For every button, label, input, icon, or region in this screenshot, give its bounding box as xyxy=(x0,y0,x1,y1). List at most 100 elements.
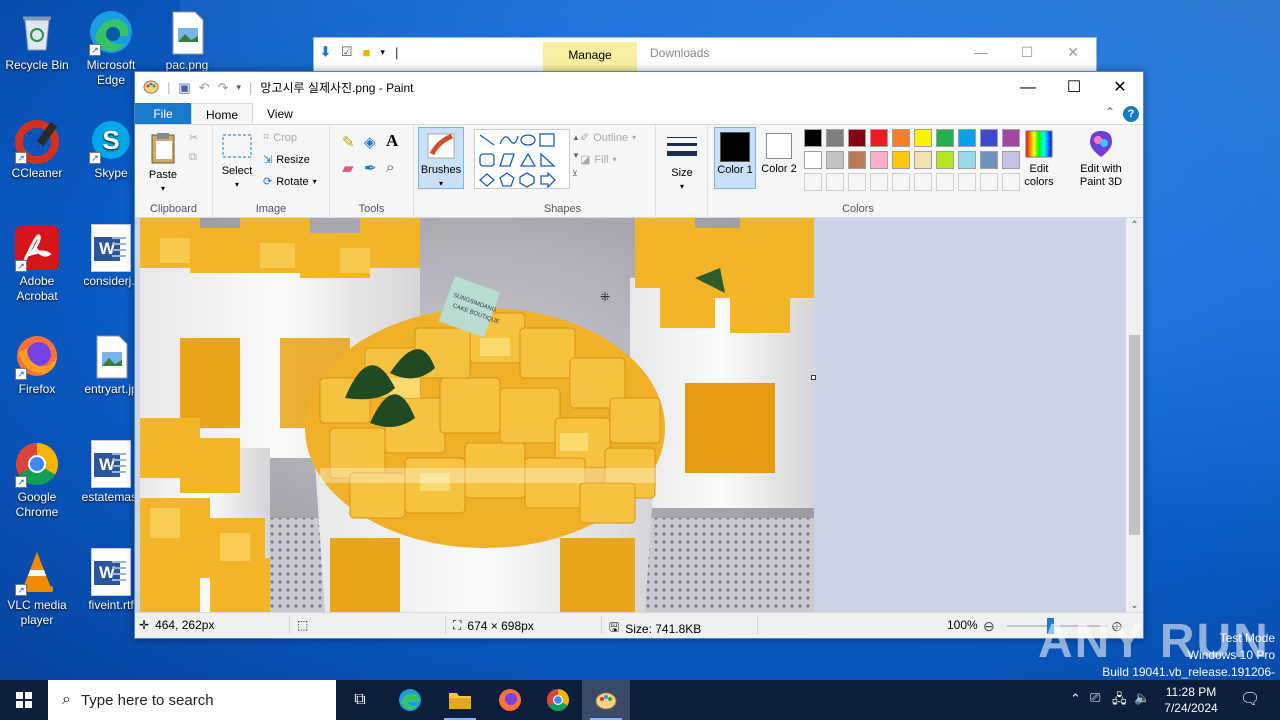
custom-color-slot[interactable] xyxy=(958,173,976,191)
redo-icon[interactable]: ↷ xyxy=(218,80,229,96)
properties-icon[interactable]: ☑ xyxy=(341,44,353,60)
clock[interactable]: 11:28 PM 7/24/2024 xyxy=(1156,684,1226,716)
color-swatch[interactable] xyxy=(1002,129,1020,147)
taskbar-chrome[interactable] xyxy=(534,680,582,720)
desktop-icon-chrome[interactable]: ↗ Google Chrome xyxy=(0,440,74,520)
size-button[interactable]: Size ▾ xyxy=(662,133,702,193)
save-icon[interactable]: ▣ xyxy=(178,80,190,96)
color-swatch[interactable] xyxy=(892,129,910,147)
minimize-button[interactable]: — xyxy=(958,38,1004,66)
custom-color-slot[interactable] xyxy=(980,173,998,191)
select-button[interactable]: Select ▾ xyxy=(219,131,255,191)
expand-gallery-icon[interactable]: ⊻ xyxy=(572,169,578,178)
taskbar-search[interactable]: ⌕ Type here to search xyxy=(48,680,336,720)
tab-view[interactable]: View xyxy=(253,103,307,124)
color-swatch[interactable] xyxy=(826,129,844,147)
custom-color-slot[interactable] xyxy=(936,173,954,191)
edit-paint3d-button[interactable]: Edit with Paint 3D xyxy=(1068,129,1134,189)
color-swatch[interactable] xyxy=(1002,151,1020,169)
maximize-button[interactable]: ☐ xyxy=(1051,72,1097,103)
color2-button[interactable]: Color 2 xyxy=(758,127,800,176)
desktop-icon-firefox[interactable]: ↗ Firefox xyxy=(0,332,74,397)
color-swatch[interactable] xyxy=(892,151,910,169)
color-swatch[interactable] xyxy=(958,151,976,169)
help-button[interactable]: ? xyxy=(1123,106,1139,122)
canvas-area[interactable]: SUNGSIMDANG CAKE BOUTIQUE ⁜ xyxy=(135,218,1127,613)
custom-color-slot[interactable] xyxy=(804,173,822,191)
resize-button[interactable]: ⇲ Resize xyxy=(263,153,310,167)
desktop-icon-vlc[interactable]: ↗ VLC media player xyxy=(0,548,74,628)
zoom-out-button[interactable]: ⊖ xyxy=(983,618,995,635)
fill-button[interactable]: ◪ Fill ▾ xyxy=(580,153,616,167)
network-icon[interactable]: 🖧 xyxy=(1112,690,1127,712)
color-swatch[interactable] xyxy=(914,129,932,147)
taskbar-file-explorer[interactable] xyxy=(436,680,484,720)
tab-file[interactable]: File xyxy=(135,103,191,124)
color-swatch[interactable] xyxy=(826,151,844,169)
custom-color-slot[interactable] xyxy=(848,173,866,191)
outline-button[interactable]: ✐ Outline ▾ xyxy=(580,131,636,145)
resize-handle[interactable] xyxy=(811,375,816,380)
color-swatch[interactable] xyxy=(870,129,888,147)
scroll-up-arrow-icon[interactable]: ⌃ xyxy=(1126,220,1143,231)
scrollbar-thumb[interactable] xyxy=(1129,335,1140,535)
color-swatch[interactable] xyxy=(848,129,866,147)
desktop-icon-ccleaner[interactable]: ↗ CCleaner xyxy=(0,116,74,181)
chevron-down-icon[interactable]: ▼ xyxy=(572,151,580,160)
pencil-icon[interactable]: ✎ xyxy=(342,133,355,151)
collapse-ribbon-icon[interactable]: ⌃ xyxy=(1105,105,1115,119)
color-swatch[interactable] xyxy=(936,129,954,147)
chevron-down-icon[interactable]: ▾ xyxy=(380,47,385,58)
maximize-button[interactable]: ☐ xyxy=(1004,38,1050,66)
rotate-button[interactable]: ⟳ Rotate ▾ xyxy=(263,175,317,189)
custom-color-slot[interactable] xyxy=(826,173,844,191)
close-button[interactable]: ✕ xyxy=(1097,72,1143,103)
desktop-icon-recycle-bin[interactable]: Recycle Bin xyxy=(0,8,74,73)
eraser-icon[interactable]: ▰ xyxy=(342,159,354,177)
cut-icon[interactable]: ✂ xyxy=(189,131,198,144)
magnifier-icon[interactable]: ⌕ xyxy=(386,159,394,176)
copy-icon[interactable]: ⧉ xyxy=(189,151,197,164)
custom-color-slot[interactable] xyxy=(1002,173,1020,191)
text-icon[interactable]: A xyxy=(386,131,398,151)
color-swatch[interactable] xyxy=(980,129,998,147)
taskbar-firefox[interactable] xyxy=(486,680,534,720)
desktop-icon-pac-png[interactable]: pac.png xyxy=(150,8,224,73)
color-swatch[interactable] xyxy=(804,151,822,169)
paint-window[interactable]: | ▣ ↶ ↷ ▾ | 망고시루 실제사진.png - Paint — ☐ ✕ … xyxy=(134,71,1144,639)
custom-color-slot[interactable] xyxy=(870,173,888,191)
file-explorer-window[interactable]: ⬇ ☑ ■ ▾ | Manage Downloads — ☐ ✕ xyxy=(313,37,1097,75)
task-view-button[interactable]: ⧉ xyxy=(336,680,384,720)
image-canvas[interactable]: SUNGSIMDANG CAKE BOUTIQUE xyxy=(140,218,814,613)
brushes-button[interactable]: Brushes ▾ xyxy=(418,127,464,189)
paste-button[interactable]: Paste ▾ xyxy=(145,131,181,195)
fill-bucket-icon[interactable]: ◈ xyxy=(364,133,376,151)
color-swatch[interactable] xyxy=(848,151,866,169)
close-button[interactable]: ✕ xyxy=(1050,38,1096,66)
start-button[interactable] xyxy=(0,680,48,720)
shapes-gallery[interactable] xyxy=(474,129,570,189)
download-arrow-icon[interactable]: ⬇ xyxy=(320,44,331,60)
custom-color-slot[interactable] xyxy=(914,173,932,191)
color-swatch[interactable] xyxy=(936,151,954,169)
taskbar-edge[interactable] xyxy=(386,680,434,720)
title-bar[interactable]: | ▣ ↶ ↷ ▾ | 망고시루 실제사진.png - Paint — ☐ ✕ xyxy=(135,72,1143,103)
notification-icon[interactable]: 🗨 xyxy=(1240,689,1260,709)
taskbar-paint[interactable] xyxy=(582,680,630,720)
desktop-icon-adobe-acrobat[interactable]: ↗ Adobe Acrobat xyxy=(0,224,74,304)
chevron-down-icon[interactable]: ▾ xyxy=(237,82,242,93)
color-swatch[interactable] xyxy=(870,151,888,169)
color-picker-icon[interactable]: ✒ xyxy=(364,159,377,177)
device-icon[interactable]: ⎚ xyxy=(1090,690,1100,706)
color1-button[interactable]: Color 1 xyxy=(714,127,756,189)
minimize-button[interactable]: — xyxy=(1005,72,1051,103)
tab-home[interactable]: Home xyxy=(191,103,254,124)
scroll-down-arrow-icon[interactable]: ⌄ xyxy=(1126,600,1143,611)
tab-manage[interactable]: Manage xyxy=(543,42,637,72)
undo-icon[interactable]: ↶ xyxy=(199,80,210,96)
volume-icon[interactable]: 🔈 xyxy=(1134,690,1150,706)
edit-colors-button[interactable]: Edit colors xyxy=(1020,129,1058,189)
crop-button[interactable]: ⌗ Crop xyxy=(263,131,297,144)
chevron-up-icon[interactable]: ▲ xyxy=(572,133,580,142)
color-swatch[interactable] xyxy=(914,151,932,169)
